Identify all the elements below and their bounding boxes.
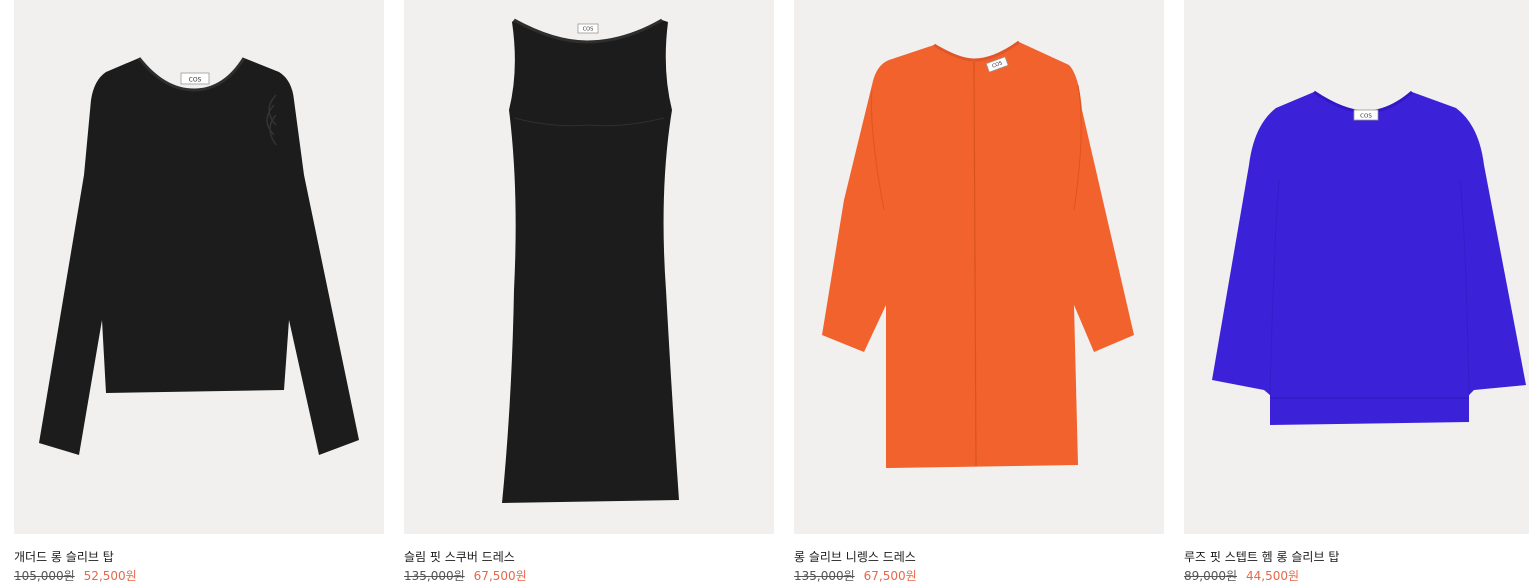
svg-text:COS: COS	[189, 77, 202, 84]
price-row: 89,000원 44,500원	[1184, 567, 1299, 584]
product-image[interactable]: COS	[14, 0, 384, 534]
original-price: 105,000원	[14, 569, 75, 583]
product-name[interactable]: 개더드 롱 슬리브 탑	[14, 548, 114, 565]
product-card[interactable]: COS 개더드 롱 슬리브 탑 105,000원 52,500원	[14, 0, 384, 584]
product-card[interactable]: COS 롱 슬리브 니렝스 드레스 135,000원 67,500원	[794, 0, 1164, 584]
svg-text:COS: COS	[583, 27, 594, 33]
sale-price: 67,500원	[863, 569, 917, 583]
price-row: 135,000원 67,500원	[404, 567, 527, 584]
product-image[interactable]: COS	[404, 0, 774, 534]
svg-text:COS: COS	[1360, 114, 1372, 120]
product-image[interactable]: COS	[794, 0, 1164, 534]
price-row: 135,000원 67,500원	[794, 567, 917, 584]
price-row: 105,000원 52,500원	[14, 567, 137, 584]
product-grid: COS 개더드 롱 슬리브 탑 105,000원 52,500원 COS 슬림 핏…	[0, 0, 1529, 584]
original-price: 135,000원	[794, 569, 855, 583]
product-image[interactable]: COS	[1184, 0, 1529, 534]
product-card[interactable]: COS 루즈 핏 스텝트 헴 롱 슬리브 탑 89,000원 44,500원	[1184, 0, 1529, 584]
product-name[interactable]: 슬림 핏 스쿠버 드레스	[404, 548, 515, 565]
product-name[interactable]: 롱 슬리브 니렝스 드레스	[794, 548, 916, 565]
sale-price: 44,500원	[1246, 569, 1300, 583]
product-card[interactable]: COS 슬림 핏 스쿠버 드레스 135,000원 67,500원	[404, 0, 774, 584]
sale-price: 52,500원	[83, 569, 137, 583]
original-price: 135,000원	[404, 569, 465, 583]
sale-price: 67,500원	[473, 569, 527, 583]
original-price: 89,000원	[1184, 569, 1238, 583]
product-name[interactable]: 루즈 핏 스텝트 헴 롱 슬리브 탑	[1184, 548, 1339, 565]
